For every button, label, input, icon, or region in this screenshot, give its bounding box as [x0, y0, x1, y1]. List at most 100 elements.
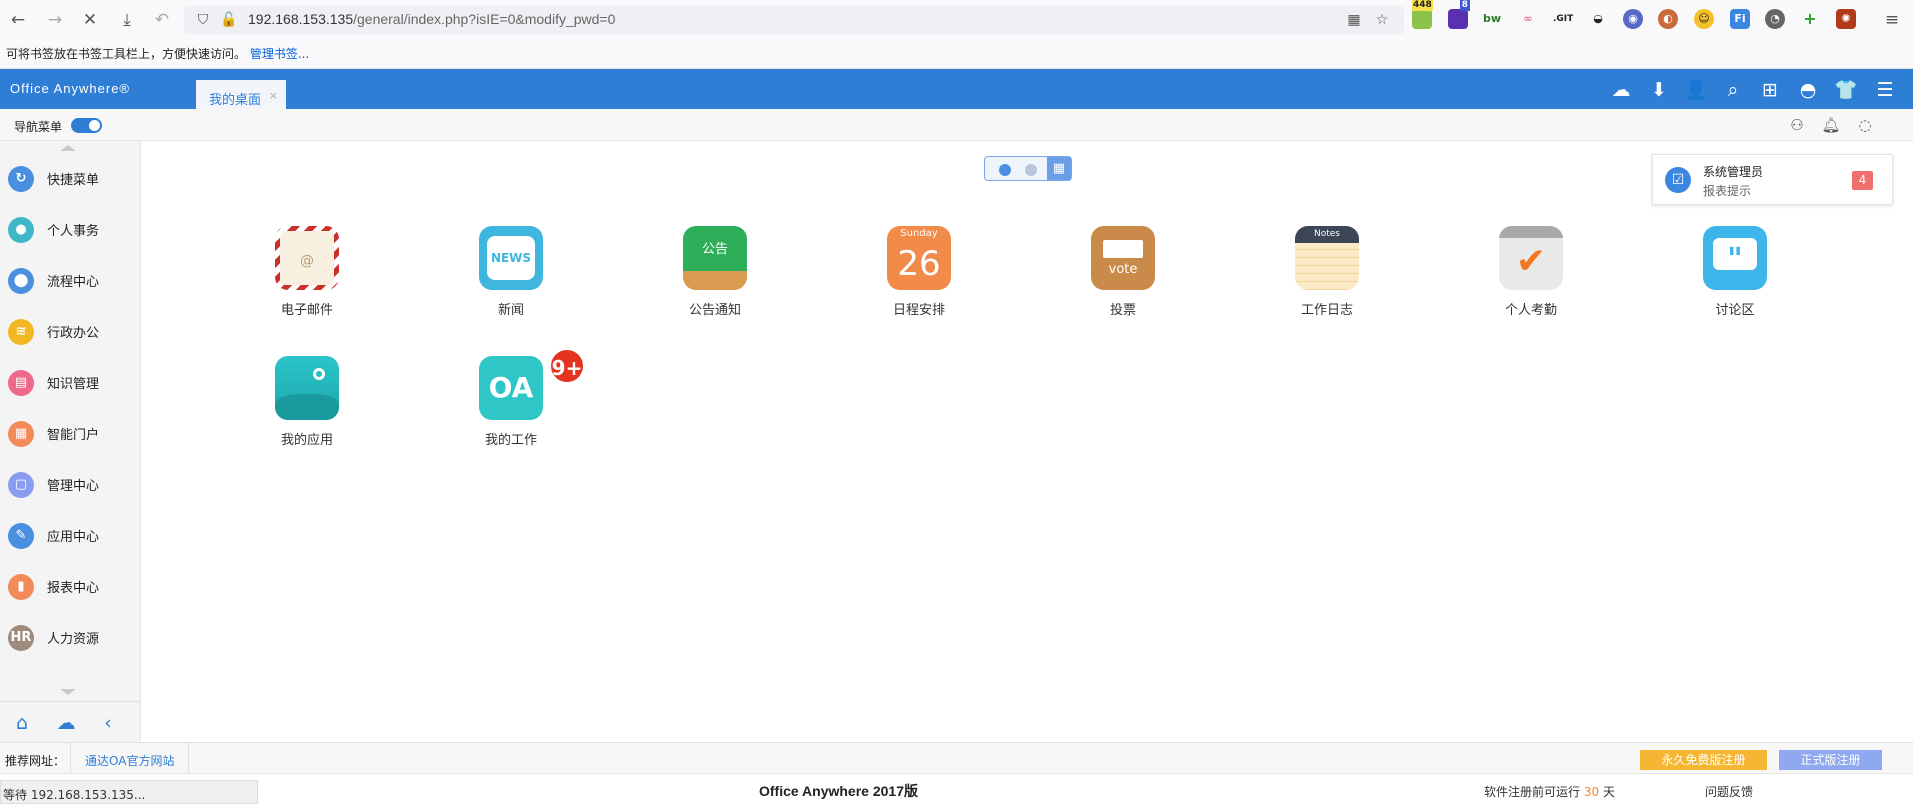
bell-icon[interactable]: 🔔︎ [1821, 115, 1841, 135]
app-my-apps[interactable]: 我的应用 [252, 356, 362, 466]
sidebar-item[interactable]: ⬤ 流程中心 [0, 255, 140, 306]
shirt-icon[interactable]: 👕 [1834, 78, 1858, 102]
sub-toolbar: 导航菜单 ⚇ 🔔︎ ◌ [0, 109, 1913, 141]
sidebar-item[interactable]: ▢ 管理中心 [0, 459, 140, 510]
download-icon[interactable]: ⤓ [115, 8, 139, 32]
forward-icon[interactable]: → [43, 8, 67, 32]
menu-icon[interactable]: ☰ [1873, 78, 1897, 102]
shield-icon[interactable]: ⛉ [193, 10, 213, 30]
extension-fi-icon[interactable]: Fi [1730, 9, 1750, 29]
sidebar-item[interactable]: ▮ 报表中心 [0, 561, 140, 612]
app-news[interactable]: NEWS 新闻 [456, 226, 566, 336]
sidebar-item-label: 快捷菜单 [47, 173, 100, 188]
close-tab-icon[interactable]: × [269, 89, 278, 102]
sidebar-item-label: 智能门户 [47, 428, 100, 443]
sidebar-item-label: 流程中心 [47, 275, 100, 290]
page-dot-2[interactable] [1025, 164, 1037, 176]
app-announcement[interactable]: 公告 公告通知 [660, 226, 770, 336]
nav-menu-toggle[interactable] [71, 118, 102, 133]
cloud-icon[interactable]: ☁ [1609, 78, 1633, 102]
sidebar-item[interactable]: ▦ 智能门户 [0, 408, 140, 459]
extension-plus-icon[interactable]: + [1800, 9, 1820, 29]
sidebar-item-label: 报表中心 [47, 581, 100, 596]
app-header: Office Anywhere® 我的桌面 × ☁ ⬇ 👤 ⌕ ⊞ ◓ 👕 ☰ [0, 69, 1913, 109]
notes-icon: Notes [1295, 226, 1359, 290]
vote-icon: vote [1091, 226, 1155, 290]
sidebar-item-icon: ≋ [8, 319, 34, 345]
app-calendar[interactable]: Sunday 26 日程安排 [864, 226, 974, 336]
extension-hat-icon[interactable]: ◒ [1588, 9, 1608, 29]
undo-icon[interactable]: ↶ [150, 8, 174, 32]
online-users-icon[interactable]: ⚇ [1787, 115, 1807, 135]
app-vote[interactable]: vote 投票 [1068, 226, 1178, 336]
qr-code-icon[interactable]: ▦ [1344, 10, 1364, 30]
my-work-badge: 9+ [549, 348, 585, 384]
bookmark-star-icon[interactable]: ☆ [1372, 10, 1392, 30]
official-register-button[interactable]: 正式版注册 [1779, 750, 1882, 770]
sidebar-item-label: 知识管理 [47, 377, 100, 392]
extension-smiley-icon[interactable]: ☺ [1694, 9, 1714, 29]
extension-sun-icon[interactable]: ✺ [1836, 9, 1856, 29]
grid-view-icon[interactable]: ▦ [1047, 157, 1071, 180]
collapse-sidebar-icon[interactable]: ‹ [96, 711, 120, 735]
insecure-lock-icon[interactable]: 🔓 [219, 10, 239, 30]
manage-bookmarks-link[interactable]: 管理书签... [250, 47, 309, 61]
app-work-log[interactable]: Notes 工作日志 [1272, 226, 1382, 336]
app-email[interactable]: @ 电子邮件 [252, 226, 362, 336]
back-icon[interactable]: ← [6, 8, 30, 32]
status-bar: 等待 192.168.153.135... Office Anywhere 20… [0, 773, 1913, 804]
sidebar-item[interactable]: ↻ 快捷菜单 [0, 153, 140, 204]
app-my-work[interactable]: OA 9+ 我的工作 [456, 348, 585, 466]
loading-status: 等待 192.168.153.135... [0, 780, 258, 804]
download-arrow-icon[interactable]: ⬇ [1647, 78, 1671, 102]
free-register-button[interactable]: 永久免费版注册 [1640, 750, 1767, 770]
cloud-help-icon[interactable]: ☁ [54, 711, 78, 735]
browser-menu-icon[interactable]: ≡ [1880, 8, 1904, 32]
official-site-link[interactable]: 通达OA官方网站 [70, 743, 190, 773]
stop-icon[interactable]: ✕ [78, 8, 102, 32]
sidebar-item-label: 行政办公 [47, 326, 100, 341]
attendance-icon: ✔ [1499, 226, 1563, 290]
search-icon[interactable]: ⌕ [1721, 78, 1745, 102]
home-icon[interactable]: ⌂ [10, 711, 34, 735]
extension-purple-icon[interactable]: 8 [1448, 0, 1470, 29]
forum-icon: " [1703, 226, 1767, 290]
sidebar-item[interactable]: HR 人力资源 [0, 612, 140, 663]
scroll-down-icon[interactable] [60, 689, 76, 695]
sidebar-item-icon: HR [8, 625, 34, 651]
extension-pink-icon[interactable]: ∞ [1518, 9, 1538, 29]
notification-count: 4 [1852, 171, 1873, 190]
tab-my-desktop[interactable]: 我的桌面 × [196, 78, 286, 109]
extension-git-icon[interactable]: .GIT [1553, 9, 1573, 29]
desktop-pager[interactable]: ▦ [984, 156, 1072, 181]
user-icon[interactable]: 👤 [1684, 78, 1708, 102]
page-dot-1[interactable] [999, 164, 1011, 176]
hat-icon[interactable]: ◓ [1796, 78, 1820, 102]
app-label: 公告通知 [688, 303, 741, 318]
sidebar-item[interactable]: ✎ 应用中心 [0, 510, 140, 561]
sidebar-item-icon: ⬤ [8, 268, 34, 294]
url-bar[interactable]: ⛉ 🔓 192.168.153.135/general/index.php?is… [184, 6, 1404, 34]
chat-icon[interactable]: ◌ [1855, 115, 1875, 135]
app-label: 讨论区 [1715, 303, 1755, 318]
bookmark-hint: 可将书签放在书签工具栏上，方便快速访问。 [6, 47, 247, 61]
app-attendance[interactable]: ✔ 个人考勤 [1476, 226, 1586, 336]
extension-bw-icon[interactable]: bw [1482, 9, 1502, 29]
sidebar-item[interactable]: ▤ 知识管理 [0, 357, 140, 408]
notification-card[interactable]: ☑ 系统管理员 报表提示 4 [1652, 154, 1893, 205]
feedback-link[interactable]: 问题反馈 [1705, 783, 1753, 800]
sidebar-item-icon: ▢ [8, 472, 34, 498]
url-text[interactable]: 192.168.153.135/general/index.php?isIE=0… [248, 11, 615, 27]
extension-gray-icon[interactable]: ◔ [1765, 9, 1785, 29]
announcement-icon: 公告 [683, 226, 747, 290]
news-icon: NEWS [479, 226, 543, 290]
extension-globe-icon[interactable]: ◉ [1623, 9, 1643, 29]
app-forum[interactable]: " 讨论区 [1680, 226, 1790, 336]
email-icon: @ [275, 226, 339, 290]
scroll-up-icon[interactable] [60, 145, 76, 151]
extension-green-icon[interactable]: 448 [1412, 0, 1433, 29]
sidebar-item[interactable]: ● 个人事务 [0, 204, 140, 255]
sidebar-item[interactable]: ≋ 行政办公 [0, 306, 140, 357]
apps-grid-icon[interactable]: ⊞ [1758, 78, 1782, 102]
extension-palette-icon[interactable]: ◐ [1658, 9, 1678, 29]
